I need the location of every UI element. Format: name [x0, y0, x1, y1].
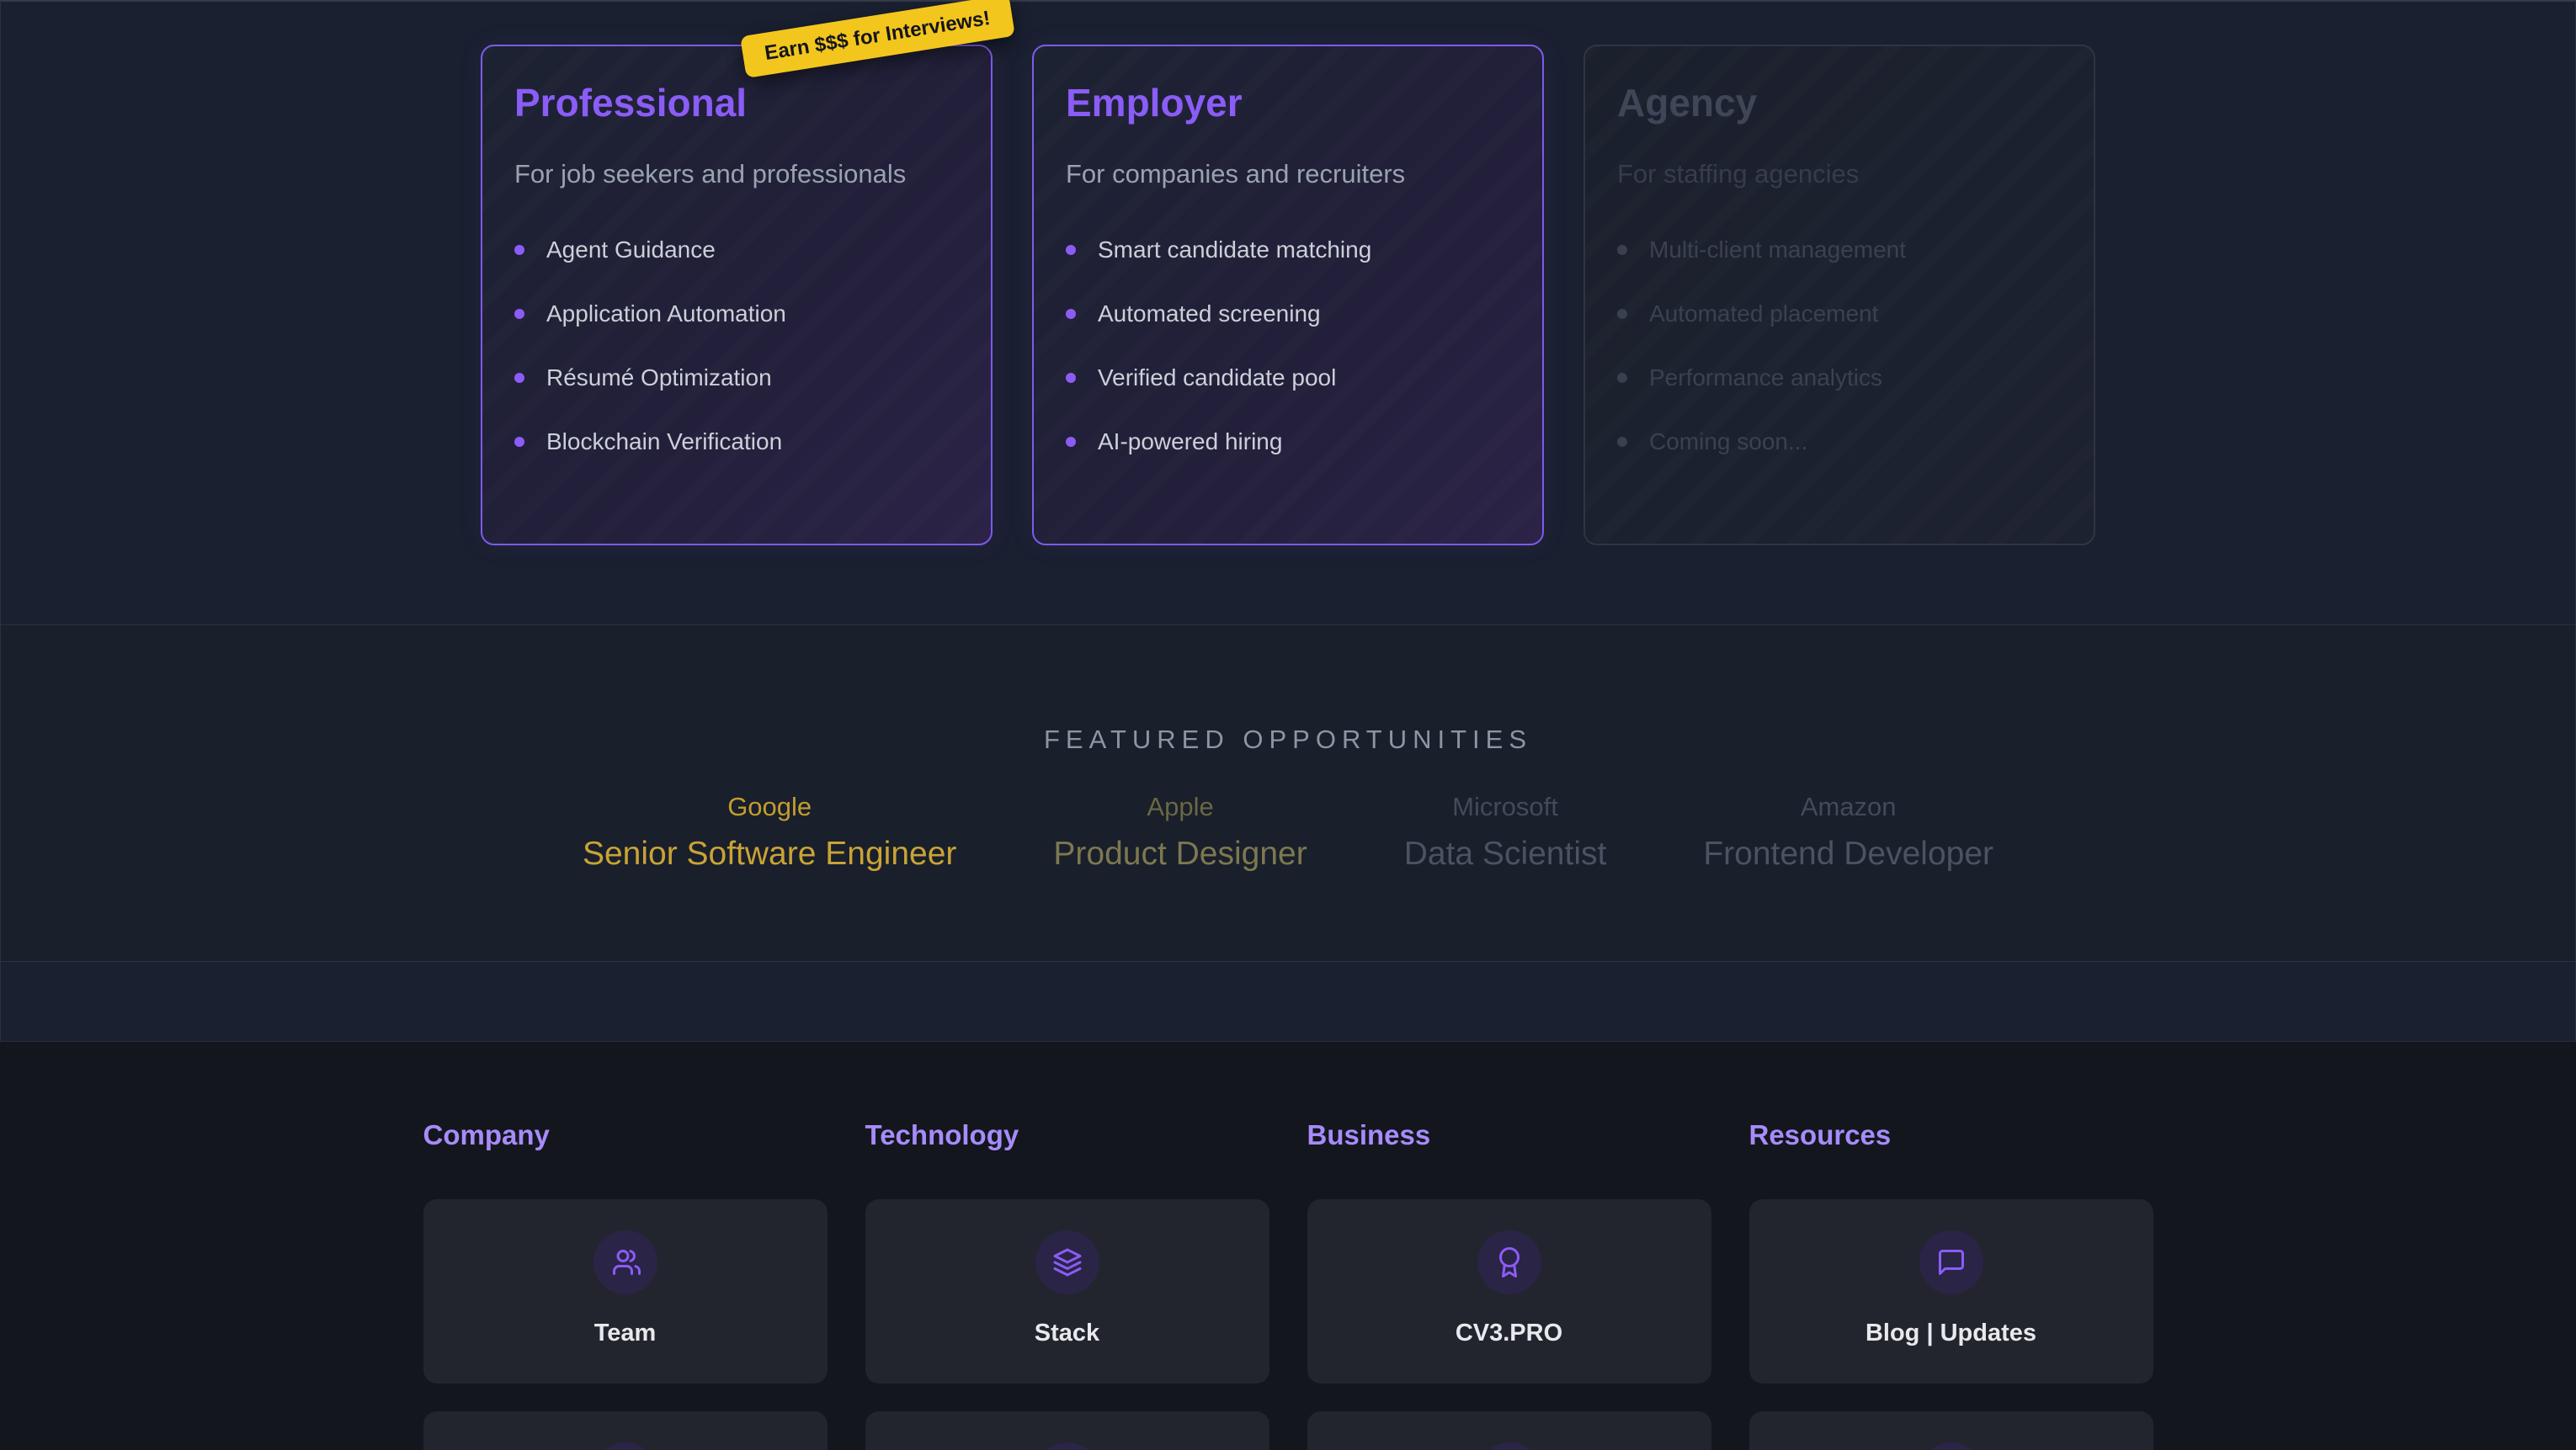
plan-feature-list: Multi-client management Automated placem… [1617, 236, 2062, 455]
plan-feature-label: Smart candidate matching [1098, 236, 1371, 263]
hidden-icon [1919, 1442, 1983, 1450]
featured-job-amazon[interactable]: Amazon Frontend Developer [1703, 792, 1993, 873]
featured-job-microsoft[interactable]: Microsoft Data Scientist [1404, 792, 1607, 873]
plan-card-agency: Agency For staffing agencies Multi-clien… [1583, 45, 2095, 545]
featured-opportunities-section: FEATURED OPPORTUNITIES Google Senior Sof… [1, 624, 2575, 961]
footer: Company Team Technology [0, 1041, 2576, 1450]
hidden-icon [1477, 1442, 1541, 1450]
bullet-icon [1066, 437, 1076, 447]
plan-feature-label: AI-powered hiring [1098, 428, 1282, 455]
footer-card-partial[interactable] [1749, 1411, 2153, 1450]
job-title: Product Designer [1053, 836, 1307, 873]
footer-column-heading: Business [1307, 1119, 1711, 1151]
job-company: Apple [1053, 792, 1307, 822]
plan-feature: Coming soon... [1617, 428, 2062, 455]
plan-feature: Agent Guidance [514, 236, 959, 263]
footer-grid: Company Team Technology [423, 1042, 2153, 1450]
plans-section: Earn $$$ for Interviews! Professional Fo… [1, 2, 2575, 624]
bullet-icon [1617, 245, 1627, 255]
plan-subtitle: For job seekers and professionals [514, 159, 959, 189]
footer-column-technology: Technology Stack [865, 1119, 1269, 1450]
hidden-icon [593, 1442, 657, 1450]
plan-title: Employer [1066, 80, 1510, 125]
featured-job-apple[interactable]: Apple Product Designer [1053, 792, 1307, 873]
plan-feature-label: Automated screening [1098, 300, 1321, 327]
footer-column-heading: Technology [865, 1119, 1269, 1151]
plan-subtitle: For staffing agencies [1617, 159, 2062, 189]
footer-card-team[interactable]: Team [423, 1199, 828, 1384]
plan-feature-label: Agent Guidance [546, 236, 716, 263]
plan-card-professional[interactable]: Professional For job seekers and profess… [481, 45, 993, 545]
plan-feature-label: Blockchain Verification [546, 428, 782, 455]
bullet-icon [514, 245, 524, 255]
footer-card-label: CV3.PRO [1456, 1320, 1562, 1347]
plan-feature: Automated screening [1066, 300, 1510, 327]
footer-column-business: Business CV3.PRO [1307, 1119, 1711, 1450]
footer-card-cv3pro[interactable]: CV3.PRO [1307, 1199, 1711, 1384]
footer-card-blog[interactable]: Blog | Updates [1749, 1199, 2153, 1384]
footer-column-company: Company Team [423, 1119, 828, 1450]
footer-column-heading: Resources [1749, 1119, 2153, 1151]
plan-feature: Multi-client management [1617, 236, 2062, 263]
bullet-icon [1617, 437, 1627, 447]
plan-feature: Blockchain Verification [514, 428, 959, 455]
featured-job-google[interactable]: Google Senior Software Engineer [583, 792, 956, 873]
job-company: Google [583, 792, 956, 822]
plan-feature-label: Multi-client management [1649, 236, 1906, 263]
plan-feature-label: Performance analytics [1649, 364, 1882, 391]
bullet-icon [514, 373, 524, 383]
footer-card-label: Stack [1035, 1320, 1099, 1347]
pricing-landing-page: Earn $$$ for Interviews! Professional Fo… [0, 0, 2576, 1450]
bullet-icon [514, 309, 524, 319]
hidden-icon [1035, 1442, 1099, 1450]
plan-feature: AI-powered hiring [1066, 428, 1510, 455]
plans-row: Professional For job seekers and profess… [1, 2, 2575, 545]
footer-card-partial[interactable] [423, 1411, 828, 1450]
plan-feature: Résumé Optimization [514, 364, 959, 391]
bullet-icon [1066, 245, 1076, 255]
featured-heading: FEATURED OPPORTUNITIES [1, 625, 2575, 755]
plan-feature: Smart candidate matching [1066, 236, 1510, 263]
section-spacer [1, 961, 2575, 1041]
message-square-icon [1919, 1230, 1983, 1294]
plan-feature: Automated placement [1617, 300, 2062, 327]
layers-icon [1035, 1230, 1099, 1294]
bullet-icon [1617, 373, 1627, 383]
job-title: Senior Software Engineer [583, 836, 956, 873]
plan-feature-label: Application Automation [546, 300, 786, 327]
job-title: Data Scientist [1404, 836, 1607, 873]
main-content: Earn $$$ for Interviews! Professional Fo… [0, 0, 2576, 1041]
plan-feature: Performance analytics [1617, 364, 2062, 391]
award-icon [1477, 1230, 1541, 1294]
job-title: Frontend Developer [1703, 836, 1993, 873]
footer-card-partial[interactable] [1307, 1411, 1711, 1450]
plan-title: Professional [514, 80, 959, 125]
plan-feature-label: Résumé Optimization [546, 364, 772, 391]
footer-card-label: Team [594, 1320, 657, 1347]
users-icon [593, 1230, 657, 1294]
featured-jobs-row: Google Senior Software Engineer Apple Pr… [1, 792, 2575, 873]
bullet-icon [1066, 373, 1076, 383]
footer-card-label: Blog | Updates [1865, 1320, 2036, 1347]
plan-feature-label: Verified candidate pool [1098, 364, 1336, 391]
bullet-icon [1617, 309, 1627, 319]
footer-column-resources: Resources Blog | Updates [1749, 1119, 2153, 1450]
plan-feature-list: Agent Guidance Application Automation Ré… [514, 236, 959, 455]
plan-feature-label: Coming soon... [1649, 428, 1807, 455]
plan-feature: Verified candidate pool [1066, 364, 1510, 391]
footer-card-stack[interactable]: Stack [865, 1199, 1269, 1384]
bullet-icon [1066, 309, 1076, 319]
footer-card-partial[interactable] [865, 1411, 1269, 1450]
job-company: Amazon [1703, 792, 1993, 822]
bullet-icon [514, 437, 524, 447]
footer-column-heading: Company [423, 1119, 828, 1151]
plan-feature: Application Automation [514, 300, 959, 327]
plan-title: Agency [1617, 80, 2062, 125]
plan-feature-list: Smart candidate matching Automated scree… [1066, 236, 1510, 455]
plan-feature-label: Automated placement [1649, 300, 1878, 327]
plan-subtitle: For companies and recruiters [1066, 159, 1510, 189]
job-company: Microsoft [1404, 792, 1607, 822]
plan-card-employer[interactable]: Employer For companies and recruiters Sm… [1032, 45, 1544, 545]
